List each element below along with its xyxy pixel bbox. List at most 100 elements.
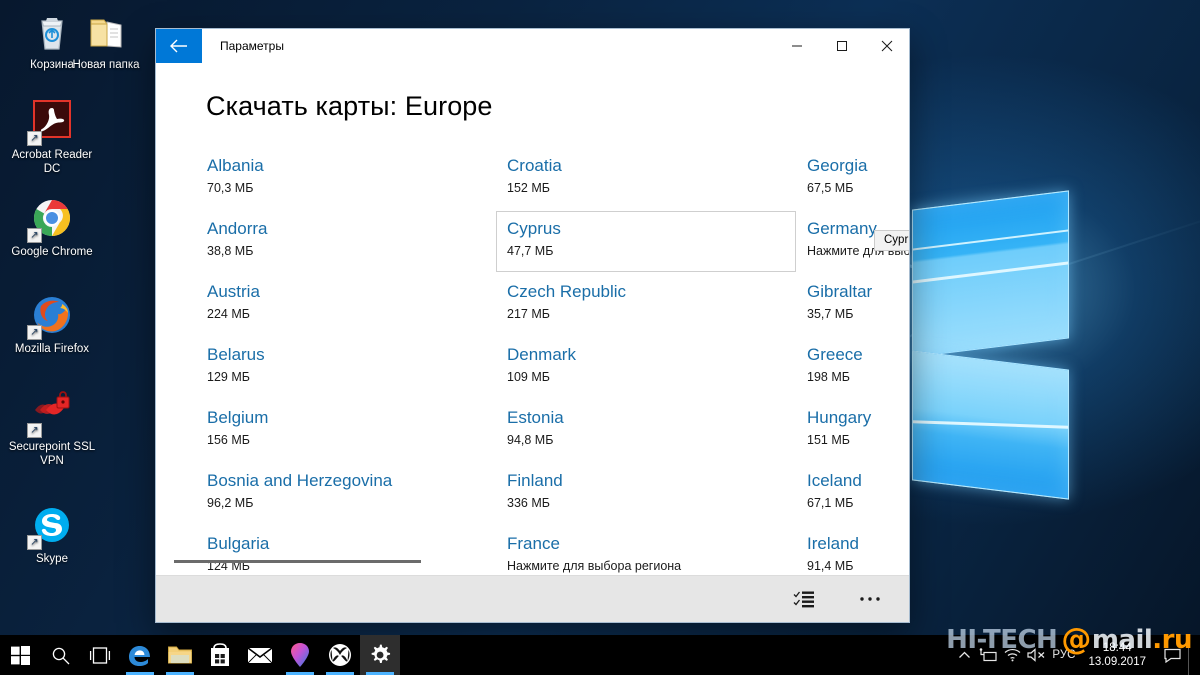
horizontal-scrollbar[interactable] xyxy=(174,557,874,567)
desktop-icon-mozilla-firefox[interactable]: ↗ Mozilla Firefox xyxy=(4,292,100,357)
map-name: Belgium xyxy=(207,408,269,427)
map-size: 47,7 МБ xyxy=(507,244,554,258)
map-item[interactable]: Belgium 156 МБ xyxy=(196,400,496,461)
desktop-icon-label: Mozilla Firefox xyxy=(14,343,90,355)
desktop-icon-label: Acrobat Reader DC xyxy=(11,149,93,175)
ellipsis-icon xyxy=(860,597,880,601)
map-item[interactable]: Iceland 67,1 МБ xyxy=(796,463,909,524)
microsoft-store-button[interactable] xyxy=(200,635,240,675)
map-size: 156 МБ xyxy=(207,433,250,447)
app-command-bar xyxy=(156,575,909,622)
maps-button[interactable] xyxy=(280,635,320,675)
map-item[interactable]: Hungary 151 МБ xyxy=(796,400,909,461)
back-button[interactable] xyxy=(156,29,202,63)
map-name: Austria xyxy=(207,282,260,301)
edge-button[interactable] xyxy=(120,635,160,675)
map-name: Denmark xyxy=(507,345,576,364)
clock[interactable]: 18:44 13.09.2017 xyxy=(1078,635,1156,675)
map-item[interactable]: Czech Republic 217 МБ xyxy=(496,274,796,335)
map-size: 336 МБ xyxy=(507,496,550,510)
hero-pane-bottom xyxy=(912,350,1069,500)
map-size: 35,7 МБ xyxy=(807,307,854,321)
network-device-icon xyxy=(980,648,998,662)
map-item[interactable]: Bosnia and Herzegovina 96,2 МБ xyxy=(196,463,496,524)
wifi-icon xyxy=(1004,648,1021,662)
map-item[interactable]: Greece 198 МБ xyxy=(796,337,909,398)
window-title: Параметры xyxy=(220,39,284,53)
map-name: Belarus xyxy=(207,345,265,364)
edge-icon xyxy=(129,646,151,666)
map-name: Iceland xyxy=(807,471,862,490)
select-checklist-icon xyxy=(793,591,814,608)
map-name: Bosnia and Herzegovina xyxy=(207,471,393,490)
map-item[interactable]: Albania 70,3 МБ xyxy=(196,148,496,209)
chrome-icon: ↗ xyxy=(27,195,75,243)
securepoint-vpn-icon: ↗ xyxy=(27,390,75,438)
wifi-button[interactable] xyxy=(1000,635,1024,675)
map-item[interactable]: Croatia 152 МБ xyxy=(496,148,796,209)
acrobat-reader-icon: ↗ xyxy=(27,98,75,146)
map-item[interactable]: Finland 336 МБ xyxy=(496,463,796,524)
map-item[interactable]: Ireland 91,4 МБ xyxy=(796,526,909,575)
desktop-icon-google-chrome[interactable]: ↗ Google Chrome xyxy=(4,195,100,260)
map-item-hovered[interactable]: Cyprus 47,7 МБ xyxy=(496,211,796,272)
map-size: 109 МБ xyxy=(507,370,550,384)
hero-pane-top xyxy=(912,190,1069,358)
map-item[interactable]: Bulgaria 124 МБ xyxy=(196,526,496,575)
map-name: Hungary xyxy=(807,408,872,427)
map-name: Czech Republic xyxy=(507,282,627,301)
notification-icon xyxy=(1163,648,1181,663)
map-size: 151 МБ xyxy=(807,433,850,447)
scrollbar-thumb[interactable] xyxy=(174,560,421,563)
map-item[interactable]: Georgia 67,5 МБ xyxy=(796,148,909,209)
xbox-button[interactable] xyxy=(320,635,360,675)
language-indicator[interactable]: РУС xyxy=(1049,635,1078,675)
windows-start-icon xyxy=(10,645,30,665)
maps-column-3: Georgia 67,5 МБ Germany Нажмите для выбо… xyxy=(796,148,909,575)
map-size: 70,3 МБ xyxy=(207,181,254,195)
desktop-icon-securepoint-vpn[interactable]: ↗ Securepoint SSL VPN xyxy=(4,390,100,468)
chevron-up-icon xyxy=(958,651,970,658)
action-center-button[interactable] xyxy=(1156,635,1188,675)
map-size: 198 МБ xyxy=(807,370,850,384)
map-item[interactable]: Estonia 94,8 МБ xyxy=(496,400,796,461)
show-desktop-button[interactable] xyxy=(1188,635,1196,675)
close-button[interactable] xyxy=(864,29,909,63)
mail-button[interactable] xyxy=(240,635,280,675)
settings-window[interactable]: Параметры Скачать карты: Europe Albania … xyxy=(155,28,910,623)
clock-time: 18:44 xyxy=(1102,642,1132,654)
desktop-icon-new-folder[interactable]: Новая папка xyxy=(58,8,154,73)
shortcut-arrow-icon: ↗ xyxy=(27,325,42,340)
network-button[interactable] xyxy=(976,635,1000,675)
minimize-button[interactable] xyxy=(774,29,819,63)
settings-button[interactable] xyxy=(360,635,400,675)
file-explorer-button[interactable] xyxy=(160,635,200,675)
desktop-icon-acrobat-reader[interactable]: ↗ Acrobat Reader DC xyxy=(4,98,100,176)
taskbar[interactable]: РУС 18:44 13.09.2017 xyxy=(0,635,1200,675)
window-titlebar[interactable]: Параметры xyxy=(156,29,909,63)
map-name: Bulgaria xyxy=(207,534,270,553)
map-item[interactable]: France Нажмите для выбора региона xyxy=(496,526,796,575)
map-item[interactable]: Andorra 38,8 МБ xyxy=(196,211,496,272)
map-name: France xyxy=(507,534,560,553)
search-button[interactable] xyxy=(40,635,80,675)
maximize-button[interactable] xyxy=(819,29,864,63)
map-name: Cyprus xyxy=(507,219,561,238)
xbox-icon xyxy=(329,644,351,666)
microsoft-store-icon xyxy=(211,643,229,666)
show-hidden-icons-button[interactable] xyxy=(952,635,976,675)
task-view-button[interactable] xyxy=(80,635,120,675)
maps-column-2: Croatia 152 МБ Cyprus 47,7 МБ Czech Repu… xyxy=(496,148,796,575)
volume-button[interactable] xyxy=(1024,635,1049,675)
more-options-button[interactable] xyxy=(847,580,893,618)
start-button[interactable] xyxy=(0,635,40,675)
map-item[interactable]: Gibraltar 35,7 МБ xyxy=(796,274,909,335)
map-item[interactable]: Austria 224 МБ xyxy=(196,274,496,335)
map-name: Greece xyxy=(807,345,863,364)
map-name: Ireland xyxy=(807,534,859,553)
map-item[interactable]: Denmark 109 МБ xyxy=(496,337,796,398)
desktop-icon-skype[interactable]: ↗ Skype xyxy=(4,502,100,567)
map-item[interactable]: Belarus 129 МБ xyxy=(196,337,496,398)
select-button[interactable] xyxy=(781,580,827,618)
close-icon xyxy=(881,40,892,52)
